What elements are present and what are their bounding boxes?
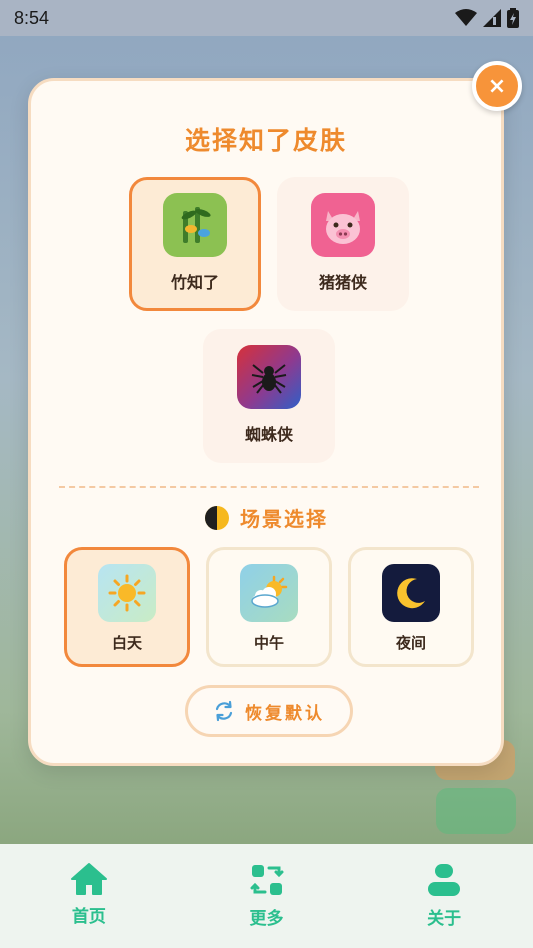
- status-bar: 8:54: [0, 0, 533, 36]
- refresh-icon: [215, 700, 233, 722]
- scene-label: 中午: [253, 634, 284, 652]
- status-icons: [455, 8, 519, 28]
- dialog-title: 选择知了皮肤: [184, 126, 347, 155]
- skin-card-pig[interactable]: 猪猪侠: [277, 177, 409, 311]
- bottom-nav: 首页 更多 关于: [0, 844, 533, 948]
- skin-dialog: 选择知了皮肤 竹知了 猪猪侠 蜘蛛侠 场景选择 白天 中午 夜间 恢复默认: [28, 78, 504, 766]
- home-icon: [70, 863, 107, 895]
- spider-icon: [237, 345, 301, 409]
- section-divider: [59, 486, 479, 488]
- background-panel: [436, 788, 516, 834]
- skin-card-spider[interactable]: 蜘蛛侠: [203, 329, 335, 463]
- scene-header: 场景选择: [31, 503, 501, 532]
- scene-label: 白天: [111, 634, 142, 652]
- moon-icon: [382, 564, 440, 622]
- scene-title: 场景选择: [240, 507, 328, 531]
- nav-label: 关于: [427, 909, 462, 929]
- bamboo-icon: [163, 193, 227, 257]
- reset-default-button[interactable]: 恢复默认: [185, 685, 353, 737]
- scene-card-noon[interactable]: 中午: [206, 547, 332, 667]
- skin-label: 猪猪侠: [318, 273, 367, 292]
- sun-icon: [98, 564, 156, 622]
- nav-item-home[interactable]: 首页: [0, 844, 178, 948]
- wifi-icon: [455, 9, 477, 26]
- nav-label: 更多: [249, 909, 284, 929]
- pig-icon: [311, 193, 375, 257]
- sun-cloud-icon: [240, 564, 298, 622]
- scene-card-day[interactable]: 白天: [64, 547, 190, 667]
- more-icon: [250, 865, 283, 895]
- half-moon-icon: [205, 505, 229, 530]
- skin-label: 竹知了: [170, 273, 219, 292]
- scene-label: 夜间: [395, 634, 426, 652]
- status-time: 8:54: [14, 7, 50, 28]
- close-button[interactable]: ×: [472, 61, 522, 111]
- nav-item-more[interactable]: 更多: [178, 844, 356, 948]
- skin-card-bamboo[interactable]: 竹知了: [129, 177, 261, 311]
- user-icon: [428, 864, 461, 896]
- signal-icon: [483, 9, 501, 27]
- battery-icon: [507, 8, 519, 28]
- skin-label: 蜘蛛侠: [244, 425, 293, 444]
- close-icon: ×: [487, 73, 507, 99]
- reset-label: 恢复默认: [245, 703, 325, 724]
- scene-card-night[interactable]: 夜间: [348, 547, 474, 667]
- nav-label: 首页: [71, 907, 106, 927]
- nav-item-about[interactable]: 关于: [355, 844, 533, 948]
